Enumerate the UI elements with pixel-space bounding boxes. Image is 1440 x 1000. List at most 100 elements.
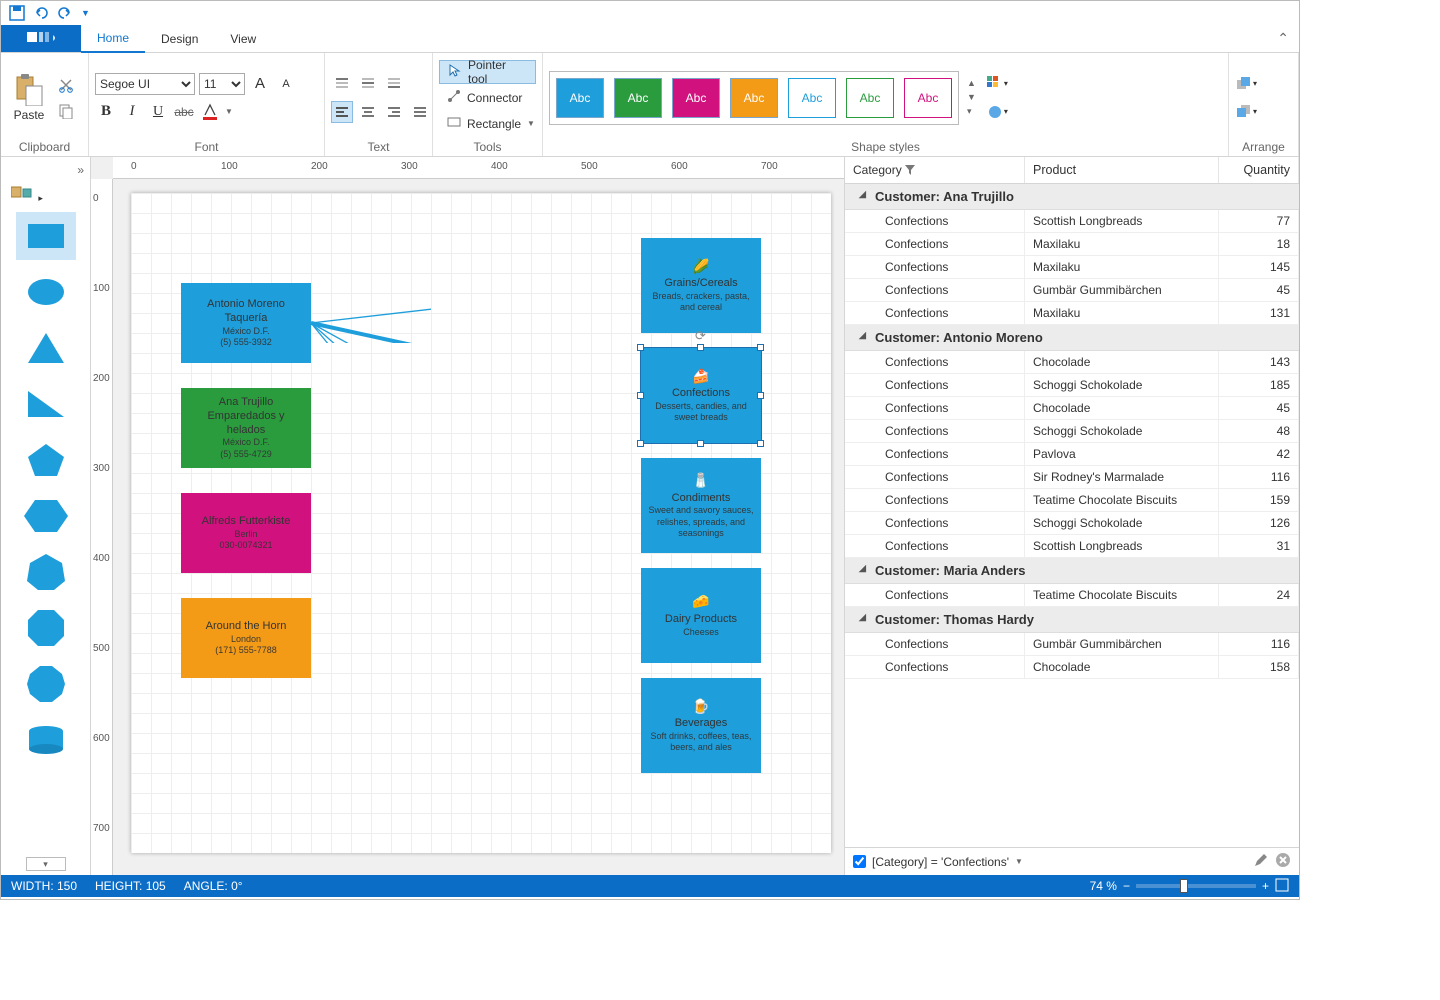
- palette-quick-shapes-icon[interactable]: ▸: [11, 185, 43, 204]
- grid-group-row[interactable]: Customer: Antonio Moreno: [845, 325, 1299, 351]
- shape-effects-icon[interactable]: ▾: [986, 101, 1008, 123]
- customer-node[interactable]: Ana Trujillo Emparedados y heladosMéxico…: [181, 388, 311, 468]
- style-swatch[interactable]: Abc: [672, 78, 720, 118]
- align-justify-icon[interactable]: [409, 101, 431, 123]
- undo-icon[interactable]: [33, 5, 49, 21]
- style-swatch-outline[interactable]: Abc: [846, 78, 894, 118]
- style-gallery[interactable]: AbcAbcAbcAbcAbcAbcAbc: [549, 71, 959, 125]
- tab-design[interactable]: Design: [145, 25, 214, 52]
- save-icon[interactable]: [9, 5, 25, 21]
- shape-right-triangle[interactable]: [16, 380, 76, 428]
- grid-data-row[interactable]: ConfectionsGumbär Gummibärchen116: [845, 633, 1299, 656]
- shape-heptagon[interactable]: [16, 548, 76, 596]
- pointer-tool-button[interactable]: Pointer tool: [439, 60, 536, 84]
- category-node[interactable]: 🌽Grains/CerealsBreads, crackers, pasta, …: [641, 238, 761, 333]
- selection-handle[interactable]: [637, 440, 644, 447]
- bold-button[interactable]: B: [95, 101, 117, 123]
- underline-button[interactable]: U: [147, 101, 169, 123]
- grid-data-row[interactable]: ConfectionsMaxilaku18: [845, 233, 1299, 256]
- filter-icon[interactable]: [905, 164, 915, 178]
- category-node[interactable]: 🧂CondimentsSweet and savory sauces, reli…: [641, 458, 761, 553]
- grid-data-row[interactable]: ConfectionsScottish Longbreads31: [845, 535, 1299, 558]
- filter-edit-icon[interactable]: [1253, 852, 1269, 871]
- zoom-out-icon[interactable]: −: [1123, 879, 1130, 893]
- category-node[interactable]: 🍺BeveragesSoft drinks, coffees, teas, be…: [641, 678, 761, 773]
- selection-handle[interactable]: [757, 344, 764, 351]
- filter-enabled-checkbox[interactable]: [853, 855, 866, 868]
- shape-triangle[interactable]: [16, 324, 76, 372]
- shape-hexagon[interactable]: [16, 492, 76, 540]
- grid-data-row[interactable]: ConfectionsSchoggi Schokolade126: [845, 512, 1299, 535]
- send-backward-icon[interactable]: ▾: [1235, 101, 1257, 123]
- col-product[interactable]: Product: [1025, 157, 1219, 183]
- align-middle-icon[interactable]: [357, 73, 379, 95]
- copy-icon[interactable]: [55, 100, 77, 122]
- bring-forward-icon[interactable]: ▾: [1235, 73, 1257, 95]
- fill-color-icon[interactable]: ▾: [986, 73, 1008, 95]
- palette-collapse-icon[interactable]: »: [77, 163, 84, 177]
- font-family-select[interactable]: Segoe UI: [95, 73, 195, 95]
- gallery-up-icon[interactable]: ▲: [967, 78, 976, 88]
- col-category[interactable]: Category: [845, 157, 1025, 183]
- category-node[interactable]: 🍰ConfectionsDesserts, candies, and sweet…: [641, 348, 761, 443]
- grid-group-row[interactable]: Customer: Maria Anders: [845, 558, 1299, 584]
- cut-icon[interactable]: [55, 74, 77, 96]
- selection-handle[interactable]: [637, 392, 644, 399]
- rectangle-tool-button[interactable]: Rectangle ▼: [439, 112, 536, 136]
- italic-button[interactable]: I: [121, 101, 143, 123]
- grid-data-row[interactable]: ConfectionsMaxilaku145: [845, 256, 1299, 279]
- grid-group-row[interactable]: Customer: Ana Trujillo: [845, 184, 1299, 210]
- paste-button[interactable]: Paste: [7, 72, 51, 124]
- filter-clear-icon[interactable]: [1275, 852, 1291, 871]
- palette-more-icon[interactable]: ▾: [26, 857, 66, 871]
- grid-data-row[interactable]: ConfectionsMaxilaku131: [845, 302, 1299, 325]
- style-swatch-outline[interactable]: Abc: [904, 78, 952, 118]
- grid-data-row[interactable]: ConfectionsChocolade158: [845, 656, 1299, 679]
- tab-view[interactable]: View: [214, 25, 272, 52]
- app-menu-button[interactable]: [1, 25, 81, 52]
- gallery-down-icon[interactable]: ▼: [967, 92, 976, 102]
- customer-node[interactable]: Alfreds FutterkisteBerlin030-0074321: [181, 493, 311, 573]
- shape-octagon[interactable]: [16, 604, 76, 652]
- grid-data-row[interactable]: ConfectionsChocolade45: [845, 397, 1299, 420]
- customer-node[interactable]: Around the HornLondon(171) 555-7788: [181, 598, 311, 678]
- selection-handle[interactable]: [757, 440, 764, 447]
- connector-tool-button[interactable]: Connector: [439, 86, 536, 110]
- rectangle-dropdown-icon[interactable]: ▼: [527, 119, 535, 128]
- qa-dropdown-icon[interactable]: ▼: [81, 8, 90, 18]
- redo-icon[interactable]: [57, 5, 73, 21]
- ribbon-collapse-icon[interactable]: ⌃: [1267, 25, 1299, 52]
- align-right-icon[interactable]: [383, 101, 405, 123]
- font-color-icon[interactable]: [199, 101, 221, 123]
- shape-ellipse[interactable]: [16, 268, 76, 316]
- style-swatch[interactable]: Abc: [730, 78, 778, 118]
- shrink-font-button[interactable]: A: [275, 73, 297, 95]
- shape-decagon[interactable]: [16, 660, 76, 708]
- diagram-canvas[interactable]: 0100200300400500600700800 01002003004005…: [91, 157, 844, 875]
- gallery-more-icon[interactable]: ▾: [967, 106, 976, 117]
- grid-data-row[interactable]: ConfectionsTeatime Chocolate Biscuits159: [845, 489, 1299, 512]
- selection-handle[interactable]: [697, 344, 704, 351]
- shape-pentagon[interactable]: [16, 436, 76, 484]
- grow-font-button[interactable]: A: [249, 73, 271, 95]
- zoom-slider[interactable]: [1136, 884, 1256, 888]
- font-color-dropdown-icon[interactable]: ▼: [225, 107, 233, 116]
- style-swatch-outline[interactable]: Abc: [788, 78, 836, 118]
- grid-body[interactable]: Customer: Ana Trujillo ConfectionsScottis…: [845, 184, 1299, 847]
- align-left-icon[interactable]: [331, 101, 353, 123]
- align-top-icon[interactable]: [331, 73, 353, 95]
- customer-node[interactable]: Antonio Moreno TaqueríaMéxico D.F.(5) 55…: [181, 283, 311, 363]
- diagram-page[interactable]: Antonio Moreno TaqueríaMéxico D.F.(5) 55…: [131, 193, 831, 853]
- shape-rectangle[interactable]: [16, 212, 76, 260]
- rotate-handle[interactable]: ⟳: [695, 328, 709, 342]
- grid-data-row[interactable]: ConfectionsTeatime Chocolate Biscuits24: [845, 584, 1299, 607]
- grid-data-row[interactable]: ConfectionsSchoggi Schokolade185: [845, 374, 1299, 397]
- category-node[interactable]: 🧀Dairy ProductsCheeses: [641, 568, 761, 663]
- align-center-icon[interactable]: [357, 101, 379, 123]
- selection-handle[interactable]: [757, 392, 764, 399]
- grid-group-row[interactable]: Customer: Thomas Hardy: [845, 607, 1299, 633]
- font-size-select[interactable]: 11: [199, 73, 245, 95]
- selection-handle[interactable]: [697, 440, 704, 447]
- style-swatch[interactable]: Abc: [556, 78, 604, 118]
- align-bottom-icon[interactable]: [383, 73, 405, 95]
